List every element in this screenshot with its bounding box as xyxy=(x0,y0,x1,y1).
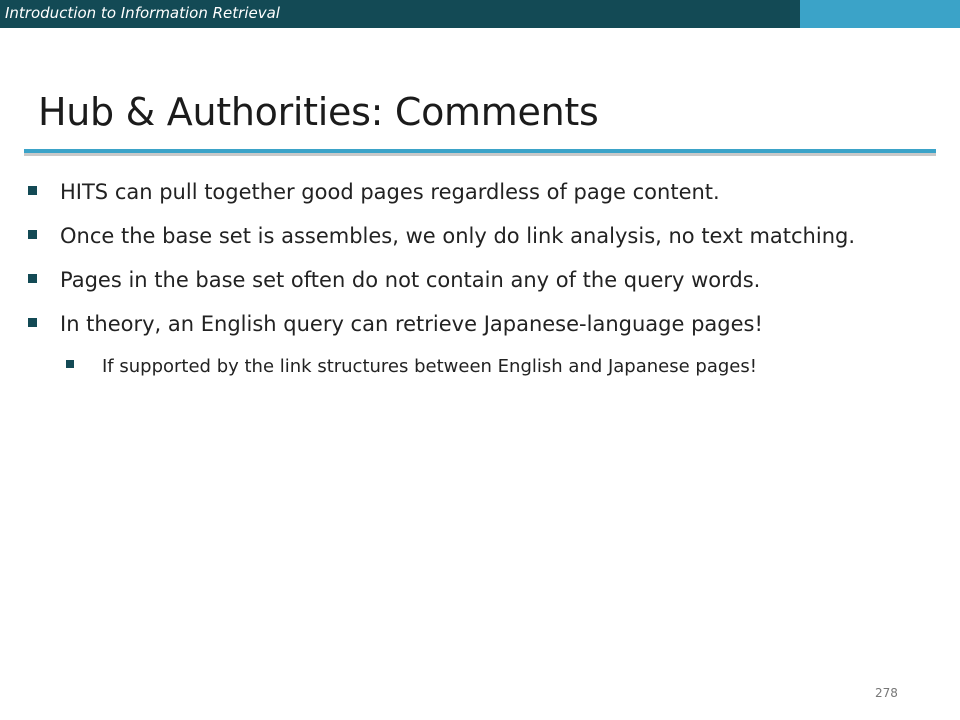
slide: Introduction to Information Retrieval Hu… xyxy=(0,0,960,720)
square-bullet-icon xyxy=(28,274,37,283)
header-accent-block xyxy=(800,0,960,28)
bullet-item: HITS can pull together good pages regard… xyxy=(24,176,924,208)
sub-bullet-item: If supported by the link structures betw… xyxy=(64,352,924,381)
square-bullet-icon xyxy=(28,318,37,327)
course-title: Introduction to Information Retrieval xyxy=(5,4,280,22)
square-bullet-icon xyxy=(28,186,37,195)
bullet-item: Pages in the base set often do not conta… xyxy=(24,264,924,296)
header-bar: Introduction to Information Retrieval xyxy=(0,0,800,28)
title-divider-shadow xyxy=(24,153,936,156)
page-number: 278 xyxy=(875,686,898,700)
bullet-item: In theory, an English query can retrieve… xyxy=(24,308,924,340)
slide-title: Hub & Authorities: Comments xyxy=(38,90,599,134)
bullet-text: Once the base set is assembles, we only … xyxy=(60,224,856,248)
square-bullet-icon xyxy=(66,360,74,368)
bullet-list: HITS can pull together good pages regard… xyxy=(24,176,924,393)
bullet-text: Pages in the base set often do not conta… xyxy=(60,268,761,292)
square-bullet-icon xyxy=(28,230,37,239)
bullet-text: In theory, an English query can retrieve… xyxy=(60,312,763,336)
bullet-item: Once the base set is assembles, we only … xyxy=(24,220,924,252)
bullet-text: HITS can pull together good pages regard… xyxy=(60,180,720,204)
sub-bullet-text: If supported by the link structures betw… xyxy=(102,356,757,377)
